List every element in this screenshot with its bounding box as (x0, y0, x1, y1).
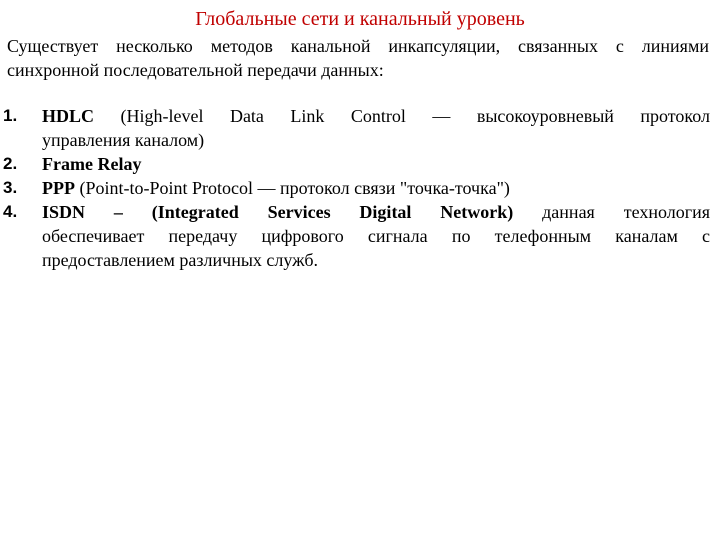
protocol-list: 1. HDLC (High-level Data Link Control — … (0, 104, 710, 272)
description: (Point-to-Point Protocol — протокол связ… (75, 178, 510, 198)
list-item-frame-relay: 2. Frame Relay (0, 152, 710, 176)
term: PPP (42, 178, 75, 198)
term: ISDN – (Integrated Services Digital Netw… (42, 202, 514, 222)
list-number: 3. (3, 178, 18, 197)
intro-line-1: Существует несколько методов канальной и… (7, 36, 709, 56)
list-number: 1. (3, 106, 18, 125)
intro-line-2: синхронной последовательной передачи дан… (7, 60, 384, 80)
list-item-ppp: 3. PPP (Point-to-Point Protocol — проток… (0, 176, 710, 200)
list-item-line: HDLC (High-level Data Link Control — выс… (42, 104, 710, 128)
description: (High-level Data Link Control — высокоур… (94, 106, 710, 126)
description: данная технология (513, 202, 710, 222)
term: HDLC (42, 106, 95, 126)
list-item-line: ISDN – (Integrated Services Digital Netw… (42, 200, 710, 224)
slide-title: Глобальные сети и канальный уровень (195, 8, 525, 30)
description-line-2: обеспечивает передачу цифрового сигнала … (42, 226, 710, 246)
description-line-3: предоставлением различных служб. (42, 250, 319, 270)
list-number: 4. (3, 202, 18, 221)
list-item-isdn: 4. ISDN – (Integrated Services Digital N… (0, 200, 710, 272)
list-number: 2. (3, 154, 18, 173)
description-continued: управления каналом) (42, 130, 205, 150)
intro-paragraph: Существует несколько методов канальной и… (7, 34, 709, 82)
list-item-hdlc: 1. HDLC (High-level Data Link Control — … (0, 104, 710, 152)
term: Frame Relay (42, 154, 142, 174)
